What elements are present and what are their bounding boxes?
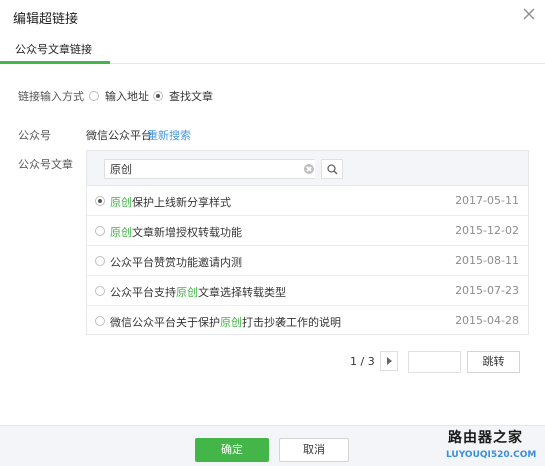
watermark-logo-text: 路由器之家 [448, 430, 523, 446]
radio-icon [95, 256, 105, 266]
radio-label: 输入地址 [105, 90, 149, 103]
radio-checked-icon [95, 196, 105, 206]
articles-label: 公众号文章 [18, 158, 73, 171]
next-page-button[interactable] [380, 351, 398, 371]
tab-article-link[interactable]: 公众号文章链接 [15, 41, 92, 57]
article-row[interactable]: 公众平台支持原创文章选择转载类型 2015-07-23 [87, 276, 528, 306]
tab-bar: 公众号文章链接 [0, 32, 545, 64]
keyword-highlight: 原创 [220, 316, 242, 329]
article-title: 原创保护上线新分享样式 [110, 196, 231, 209]
radio-label: 查找文章 [169, 90, 213, 103]
article-date: 2015-07-23 [455, 284, 519, 297]
article-title: 公众平台赞赏功能邀请内测 [110, 256, 242, 269]
search-header [87, 151, 528, 186]
article-row[interactable]: 公众平台赞赏功能邀请内测 2015-08-11 [87, 246, 528, 276]
article-date: 2015-12-02 [455, 224, 519, 237]
watermark-url-text: LUYOUQI520.COM [446, 450, 537, 460]
close-icon[interactable] [522, 7, 536, 21]
article-title: 原创文章新增授权转载功能 [110, 226, 242, 239]
account-label: 公众号 [18, 129, 51, 142]
page-number-input[interactable] [408, 351, 461, 373]
radio-find-article[interactable]: 查找文章 [153, 88, 213, 104]
search-input[interactable] [104, 159, 315, 179]
article-row[interactable]: 微信公众平台关于保护原创打击抄袭工作的说明 2015-04-28 [87, 306, 528, 336]
radio-checked-icon [153, 91, 163, 101]
page-indicator: 1 / 3 [350, 355, 375, 368]
article-date: 2017-05-11 [455, 194, 519, 207]
radio-icon [95, 316, 105, 326]
article-date: 2015-08-11 [455, 254, 519, 267]
radio-icon [95, 286, 105, 296]
article-panel: 原创保护上线新分享样式 2017-05-11 原创文章新增授权转载功能 2015-12… [86, 150, 529, 335]
article-row[interactable]: 原创保护上线新分享样式 2017-05-11 [87, 186, 528, 216]
keyword-highlight: 原创 [110, 196, 132, 209]
active-tab-indicator [0, 61, 110, 64]
clear-icon[interactable] [304, 164, 314, 174]
dialog-title: 编辑超链接 [13, 12, 79, 27]
radio-icon [89, 91, 99, 101]
link-input-label: 链接输入方式 [18, 90, 84, 103]
radio-input-address[interactable]: 输入地址 [89, 88, 149, 104]
article-row[interactable]: 原创文章新增授权转载功能 2015-12-02 [87, 216, 528, 246]
article-title: 公众平台支持原创文章选择转载类型 [110, 286, 286, 299]
article-title: 微信公众平台关于保护原创打击抄袭工作的说明 [110, 316, 341, 329]
article-date: 2015-04-28 [455, 314, 519, 327]
search-button[interactable] [321, 159, 343, 179]
jump-button[interactable]: 跳转 [467, 351, 520, 373]
keyword-highlight: 原创 [110, 226, 132, 239]
keyword-highlight: 原创 [176, 286, 198, 299]
confirm-button[interactable]: 确定 [195, 438, 269, 462]
radio-icon [95, 226, 105, 236]
cancel-button[interactable]: 取消 [279, 438, 349, 462]
research-link[interactable]: 重新搜索 [147, 127, 191, 143]
search-icon [327, 164, 338, 175]
dialog-title-bar: 编辑超链接 [0, 0, 545, 32]
account-name: 微信公众平台 [86, 129, 152, 142]
